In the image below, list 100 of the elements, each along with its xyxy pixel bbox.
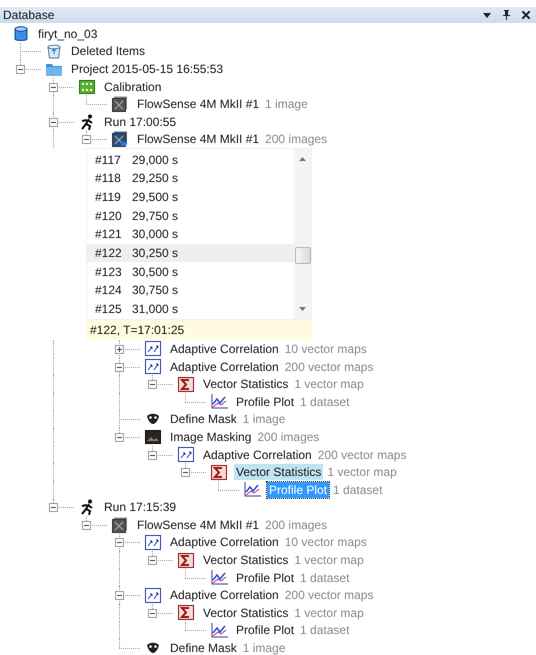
tree-item[interactable]: FlowSense 4M MkII #1	[135, 96, 262, 112]
tree-item[interactable]: FlowSense 4M MkII #1	[135, 516, 262, 533]
item-count: 1 image	[242, 641, 286, 655]
expand-toggle[interactable]	[148, 450, 157, 460]
expand-toggle[interactable]	[115, 432, 124, 442]
image-list-item[interactable]: #121 30,000 s	[87, 224, 294, 244]
panel-title: Database	[3, 8, 54, 22]
tree-item[interactable]: Deleted Items	[69, 43, 148, 60]
tree-item[interactable]: Project 2015-05-15 16:55:53	[69, 60, 226, 77]
tree-item[interactable]: Adaptive Correlation	[168, 587, 281, 604]
dropdown-icon[interactable]	[483, 12, 491, 18]
expand-toggle[interactable]	[82, 135, 91, 144]
expand-toggle[interactable]	[82, 520, 91, 530]
trash-icon	[46, 43, 62, 60]
image-stack-icon	[112, 131, 128, 148]
image-list-item[interactable]: #125 31,000 s	[87, 300, 294, 318]
image-tooltip: #122, T=17:01:25	[86, 320, 312, 340]
image-list-item[interactable]: #119 29,500 s	[87, 188, 294, 206]
item-count: 1 image	[265, 97, 308, 112]
tree-item[interactable]: Calibration	[102, 78, 164, 95]
running-man-icon	[80, 499, 94, 516]
image-stack-icon	[112, 516, 128, 533]
expand-toggle[interactable]	[16, 64, 25, 74]
item-count: 1 vector map	[294, 553, 364, 568]
expand-toggle[interactable]	[148, 380, 157, 390]
tree-item[interactable]: Vector Statistics	[201, 552, 290, 568]
scrollbar[interactable]	[294, 149, 311, 320]
image-list-item[interactable]: #122 30,250 s	[87, 244, 294, 262]
item-count: 200 images	[257, 430, 320, 444]
pin-icon[interactable]	[503, 10, 510, 20]
sigma-icon	[178, 605, 194, 620]
item-count: 1 vector map	[294, 606, 364, 620]
image-list-item[interactable]: #118 29,250 s	[87, 168, 294, 188]
item-count: 10 vector maps	[284, 535, 367, 550]
close-icon[interactable]	[522, 11, 530, 19]
sigma-icon	[211, 464, 227, 480]
item-count: 200 images	[265, 518, 328, 532]
expand-toggle[interactable]	[115, 591, 124, 600]
item-count: 200 vector maps	[284, 360, 374, 374]
image-list-item[interactable]: #120 29,750 s	[87, 206, 294, 225]
item-count: 200 vector maps	[318, 448, 406, 462]
item-count: 1 vector map	[327, 465, 397, 480]
expand-toggle[interactable]	[148, 556, 157, 566]
tree-item[interactable]: Define Mask	[168, 640, 239, 655]
item-count: 200 images	[265, 132, 328, 146]
scroll-up-icon[interactable]	[299, 157, 306, 162]
expand-toggle[interactable]	[181, 468, 190, 478]
expand-toggle[interactable]	[115, 362, 124, 372]
tree-item[interactable]: Adaptive Correlation	[201, 446, 314, 463]
tree-item[interactable]: Adaptive Correlation	[168, 534, 281, 550]
tree-item[interactable]: firyt_no_03	[36, 26, 100, 42]
database-icon	[14, 26, 28, 42]
tree-item[interactable]: Adaptive Correlation	[168, 340, 281, 357]
folder-icon	[46, 62, 62, 76]
expand-toggle[interactable]	[115, 538, 124, 548]
item-count: 1 vector map	[294, 377, 364, 392]
vector-map-icon	[145, 534, 161, 550]
item-count: 200 vector maps	[284, 588, 374, 602]
sigma-icon	[178, 552, 194, 568]
line-chart-icon	[210, 622, 228, 638]
line-chart-icon	[210, 394, 228, 410]
tree-item[interactable]: Adaptive Correlation	[168, 358, 281, 375]
item-count: 1 dataset	[300, 394, 350, 409]
tree-item[interactable]: Vector Statistics	[201, 604, 290, 621]
scroll-down-icon[interactable]	[299, 307, 306, 312]
expand-toggle[interactable]	[49, 118, 58, 127]
mask-icon	[146, 413, 160, 426]
expand-toggle[interactable]	[115, 344, 124, 354]
tree-item[interactable]: Profile Plot	[234, 570, 296, 586]
tree-item[interactable]: Image Masking	[168, 428, 254, 445]
item-count: 1 dataset	[300, 570, 350, 585]
vector-map-icon	[145, 359, 161, 374]
expand-toggle[interactable]	[49, 503, 58, 512]
tree-item[interactable]: Vector Statistics	[201, 376, 290, 392]
image-list-item[interactable]: #123 30,500 s	[87, 262, 294, 281]
photo-icon	[145, 430, 161, 444]
tree-item[interactable]: Define Mask	[168, 411, 239, 428]
tree-item[interactable]: Profile Plot	[234, 622, 296, 638]
expand-toggle[interactable]	[148, 608, 157, 618]
vector-map-icon	[145, 588, 161, 603]
running-man-icon	[80, 114, 94, 130]
scroll-thumb[interactable]	[294, 247, 310, 264]
grid-icon	[79, 80, 95, 94]
tree-item[interactable]: Run 17:15:39	[102, 499, 178, 516]
item-count: 1 dataset	[300, 623, 350, 638]
sigma-icon	[178, 376, 194, 392]
expand-toggle[interactable]	[49, 82, 58, 92]
tree-item[interactable]: Vector Statistics	[234, 464, 324, 480]
item-count: 10 vector maps	[284, 342, 367, 356]
image-list-item[interactable]: #124 30,750 s	[87, 280, 294, 300]
image-list-item[interactable]: #117 29,000 s	[87, 150, 294, 169]
item-count: 1 dataset	[333, 482, 382, 497]
vector-map-icon	[145, 341, 161, 356]
tree-item[interactable]: Run 17:00:55	[102, 114, 178, 130]
tree-item[interactable]: FlowSense 4M MkII #1	[135, 131, 262, 148]
image-stack-icon	[112, 96, 128, 112]
line-chart-icon	[210, 570, 228, 586]
line-chart-icon	[244, 482, 260, 498]
tree-item[interactable]: Profile Plot	[234, 394, 296, 410]
vector-map-icon	[178, 447, 194, 462]
